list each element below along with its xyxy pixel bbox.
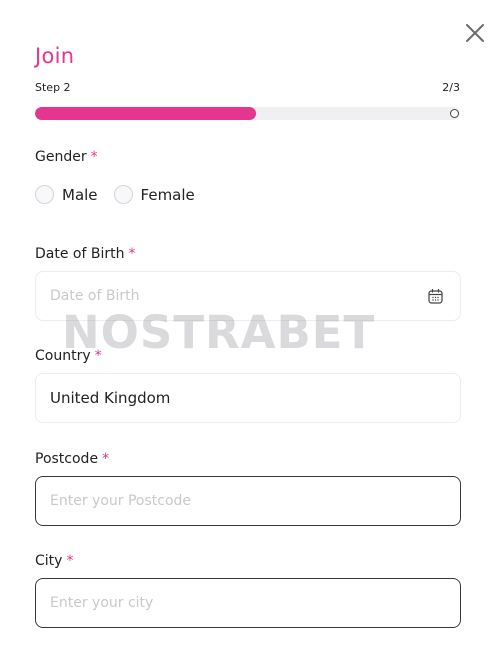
step-label: Step 2 bbox=[35, 81, 71, 94]
page-title: Join bbox=[35, 44, 75, 68]
gender-option-female[interactable]: Female bbox=[113, 185, 195, 204]
country-label: Country * bbox=[35, 348, 102, 364]
required-asterisk: * bbox=[66, 553, 74, 569]
gender-option-label: Male bbox=[62, 185, 98, 204]
required-asterisk: * bbox=[90, 149, 98, 165]
required-asterisk: * bbox=[102, 451, 110, 467]
progress-fill bbox=[35, 107, 256, 120]
postcode-input[interactable]: Enter your Postcode bbox=[35, 476, 461, 526]
gender-option-male[interactable]: Male bbox=[35, 185, 98, 204]
country-label-text: Country bbox=[35, 348, 91, 364]
country-field[interactable]: United Kingdom bbox=[35, 373, 461, 423]
dob-placeholder: Date of Birth bbox=[50, 288, 140, 304]
city-input[interactable]: Enter your city bbox=[35, 578, 461, 628]
dob-label: Date of Birth * bbox=[35, 246, 135, 262]
dob-label-text: Date of Birth bbox=[35, 246, 125, 262]
radio-circle-icon[interactable] bbox=[35, 185, 54, 204]
gender-radio-group: Male Female bbox=[35, 185, 211, 204]
postcode-placeholder: Enter your Postcode bbox=[50, 493, 192, 509]
country-value: United Kingdom bbox=[50, 389, 171, 407]
required-asterisk: * bbox=[94, 348, 102, 364]
city-label-text: City bbox=[35, 553, 63, 569]
close-icon[interactable] bbox=[462, 20, 488, 46]
postcode-label-text: Postcode bbox=[35, 451, 99, 467]
radio-circle-icon[interactable] bbox=[113, 185, 133, 204]
city-label: City * bbox=[35, 553, 73, 569]
city-placeholder: Enter your city bbox=[50, 595, 154, 611]
step-count: 2/3 bbox=[442, 81, 460, 94]
required-asterisk: * bbox=[128, 246, 136, 262]
calendar-icon[interactable] bbox=[427, 288, 444, 305]
postcode-label: Postcode * bbox=[35, 451, 109, 467]
gender-option-label: Female bbox=[140, 185, 195, 204]
gender-label-text: Gender bbox=[35, 149, 87, 165]
dob-field[interactable]: Date of Birth bbox=[35, 271, 461, 321]
progress-bar bbox=[35, 107, 460, 120]
gender-label: Gender * bbox=[35, 149, 98, 165]
progress-end-circle-icon bbox=[450, 109, 459, 118]
